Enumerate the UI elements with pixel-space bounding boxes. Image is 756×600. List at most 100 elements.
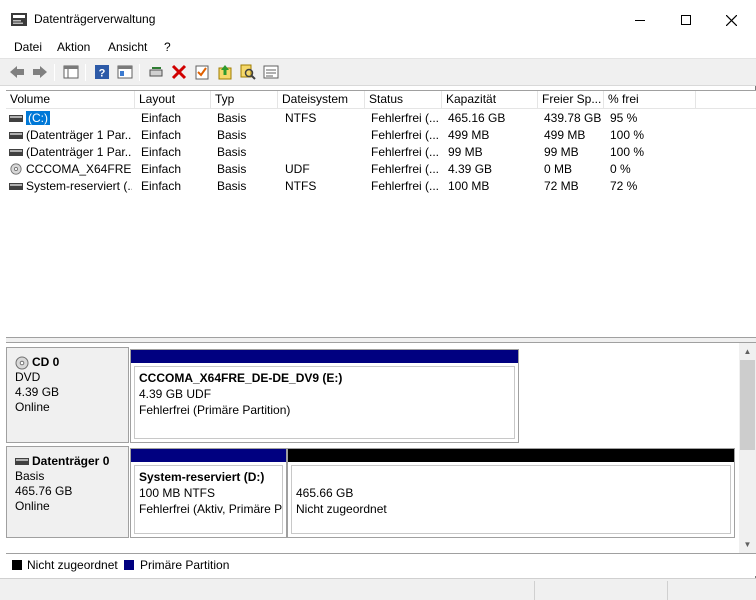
search-icon[interactable] [240,64,256,80]
minimize-button[interactable] [617,8,663,32]
partition-bar-primary [131,449,286,462]
drive-icon [9,132,23,139]
disk-view-scrollbar[interactable]: ▲ ▼ [739,343,756,553]
toolbar-separator [139,64,140,81]
cell-kapazitaet: 99 MB [448,145,483,159]
partition-size: 100 MB NTFS [139,486,216,500]
menu-bar: Datei Aktion Ansicht ? [0,38,756,58]
maximize-icon [681,15,691,25]
partition-status: Fehlerfrei (Primäre Partition) [139,403,291,417]
window-title: Datenträgerverwaltung [34,12,156,26]
column-header-volume[interactable]: Volume [6,91,135,109]
partition-unallocated[interactable]: 465.66 GB Nicht zugeordnet [287,448,735,538]
column-header-layout[interactable]: Layout [135,91,211,109]
disk-management-window: Datenträgerverwaltung Datei Aktion Ansic… [0,0,756,600]
status-bar [0,578,756,600]
status-pane [667,581,756,600]
volume-row[interactable]: CCCOMA_X64FRE... Einfach Basis UDF Fehlerfre… [6,161,756,178]
legend-swatch-unallocated [12,560,22,570]
svg-text:?: ? [99,68,106,80]
cell-freier-speicher: 0 MB [544,162,573,176]
legend: Nicht zugeordnet Primäre Partition [6,553,756,576]
upload-icon[interactable] [217,64,233,80]
back-icon[interactable] [9,64,25,80]
partition-body: 465.66 GB Nicht zugeordnet [291,465,731,534]
column-header-freier-speicher[interactable]: Freier Sp... [538,91,604,109]
drive-icon [9,149,23,156]
partition-bar-unallocated [288,449,734,462]
cell-layout: Einfach [141,179,182,193]
title-bar[interactable]: Datenträgerverwaltung [0,0,756,38]
partition-status: Nicht zugeordnet [296,502,387,516]
cell-volume: (C:) [26,110,132,127]
scroll-up-icon[interactable]: ▲ [739,343,756,360]
disk-type: Basis [15,469,45,483]
disk-size: 4.39 GB [15,385,60,399]
volume-row[interactable]: (Datenträger 1 Par... Einfach Basis Fehlerf… [6,144,756,161]
cell-kapazitaet: 465.16 GB [448,111,506,125]
cell-dateisystem: NTFS [285,111,317,125]
cell-dateisystem: UDF [285,162,310,176]
cell-typ: Basis [217,111,247,125]
legend-label-primary: Primäre Partition [140,558,230,572]
console-tree-icon[interactable] [63,64,79,80]
partition-cd-e[interactable]: CCCOMA_X64FRE_DE-DE_DV9 (E:) 4.39 GB UDF… [130,349,519,443]
cell-status: Fehlerfrei (... [371,128,440,142]
cell-dateisystem: NTFS [285,179,317,193]
cell-freier-speicher: 99 MB [544,145,579,159]
partition-name: CCCOMA_X64FRE_DE-DE_DV9 (E:) [139,371,343,385]
properties-icon[interactable] [117,64,133,80]
volume-row[interactable]: (C:) Einfach Basis NTFS Fehlerfrei (... 465.1… [6,110,756,127]
drive-icon [15,458,29,465]
help-icon[interactable]: ? [94,64,110,80]
disk-state: Online [15,400,50,414]
drive-icon [9,115,23,122]
column-header-kapazitaet[interactable]: Kapazität [442,91,538,109]
cell-status: Fehlerfrei (... [371,179,440,193]
volume-row[interactable]: System-reserviert (... Einfach Basis NTFS Fe… [6,178,756,195]
cell-kapazitaet: 4.39 GB [448,162,493,176]
disk-name: CD 0 [32,355,60,369]
disk-label-cd0[interactable]: CD 0 DVD 4.39 GB Online [6,347,129,443]
cell-prozent-frei: 0 % [610,162,631,176]
selected-volume-label: (C:) [26,111,50,125]
connect-icon[interactable] [148,64,164,80]
list-icon[interactable] [263,64,279,80]
minimize-icon [635,19,645,21]
disk-state: Online [15,499,50,513]
status-pane [534,581,667,600]
partition-size: 4.39 GB UDF [139,387,212,401]
column-header-dateisystem[interactable]: Dateisystem [278,91,365,109]
cell-prozent-frei: 72 % [610,179,638,193]
partition-system-reserved-d[interactable]: System-reserviert (D:) 100 MB NTFS Fehle… [130,448,287,538]
cell-layout: Einfach [141,111,182,125]
check-icon[interactable] [194,64,210,80]
volume-row[interactable]: (Datenträger 1 Par... Einfach Basis Fehlerf… [6,127,756,144]
scroll-down-icon[interactable]: ▼ [739,536,756,553]
cell-typ: Basis [217,162,247,176]
maximize-button[interactable] [663,8,709,32]
forward-icon[interactable] [32,64,48,80]
cell-prozent-frei: 95 % [610,111,638,125]
scroll-thumb[interactable] [740,360,755,450]
close-button[interactable] [708,8,754,32]
column-header-typ[interactable]: Typ [211,91,278,109]
menu-help[interactable]: ? [164,40,171,54]
cell-typ: Basis [217,179,247,193]
column-header-prozent-frei[interactable]: % frei [604,91,696,109]
toolbar-separator [54,64,55,81]
column-header-status[interactable]: Status [365,91,442,109]
toolbar-separator [85,64,86,81]
cell-typ: Basis [217,128,247,142]
disk-label-disk0[interactable]: Datenträger 0 Basis 465.76 GB Online [6,446,129,538]
menu-datei[interactable]: Datei [14,40,42,54]
cell-volume: System-reserviert (... [26,179,132,193]
menu-ansicht[interactable]: Ansicht [108,40,147,54]
partition-body: System-reserviert (D:) 100 MB NTFS Fehle… [134,465,283,534]
menu-aktion[interactable]: Aktion [57,40,90,54]
volume-list: Volume Layout Typ Dateisystem Status Kap… [6,90,756,337]
cell-volume: (Datenträger 1 Par... [26,128,132,142]
cell-typ: Basis [217,145,247,159]
cell-dateisystem [285,127,363,144]
delete-icon[interactable] [171,64,187,80]
